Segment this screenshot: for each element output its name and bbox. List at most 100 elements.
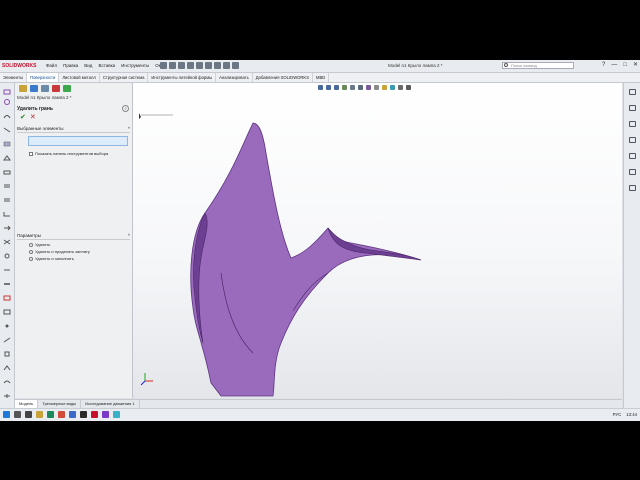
clock[interactable]: 13:44 bbox=[626, 409, 637, 421]
selected-entities-header[interactable]: Выбранные элементы ^ bbox=[17, 126, 130, 133]
group-title: Выбранные элементы bbox=[17, 126, 64, 131]
solidworks-resources-icon[interactable] bbox=[629, 89, 636, 95]
menu-tools[interactable]: Инструменты bbox=[121, 60, 149, 72]
view-palette-icon[interactable] bbox=[629, 137, 636, 143]
collapse-icon[interactable]: ^ bbox=[128, 126, 130, 131]
cancel-button[interactable]: ✕ bbox=[30, 114, 36, 122]
task-view-icon[interactable] bbox=[25, 411, 32, 418]
search-icon[interactable] bbox=[14, 411, 21, 418]
menu-file[interactable]: Файл bbox=[46, 60, 57, 72]
graphics-area[interactable] bbox=[133, 83, 622, 398]
help-icon[interactable]: ? bbox=[122, 105, 129, 112]
delete-hole-icon[interactable] bbox=[3, 323, 11, 329]
open-file-icon[interactable] bbox=[169, 62, 176, 69]
thicken-cut-icon[interactable] bbox=[3, 351, 11, 357]
extend-surface-icon[interactable] bbox=[3, 225, 11, 231]
app-icon[interactable] bbox=[58, 411, 65, 418]
tab-structure-system[interactable]: Структурная система bbox=[100, 73, 149, 82]
tab-motion-study[interactable]: Исследование движения 1 bbox=[81, 400, 140, 408]
fillet-icon[interactable] bbox=[3, 211, 11, 217]
rebuild-icon[interactable] bbox=[223, 62, 230, 69]
app-icon[interactable] bbox=[80, 411, 87, 418]
tab-mold-tools[interactable]: Инструменты литейной формы bbox=[148, 73, 217, 82]
faces-selection-box[interactable] bbox=[28, 136, 128, 146]
trim-surface-icon[interactable] bbox=[3, 239, 11, 245]
radio[interactable] bbox=[29, 256, 33, 261]
design-library-icon[interactable] bbox=[629, 105, 636, 111]
help-button[interactable]: ? bbox=[602, 61, 605, 70]
delete-face-icon[interactable] bbox=[3, 295, 11, 301]
collapse-icon[interactable]: ^ bbox=[128, 233, 130, 238]
property-manager-tab-icon[interactable] bbox=[30, 85, 38, 92]
quick-access-toolbar bbox=[160, 62, 239, 70]
tab-features[interactable]: Элементы bbox=[0, 73, 28, 82]
show-callout-option[interactable]: Показать панель инструментов выбора bbox=[29, 151, 130, 156]
planar-surface-icon[interactable] bbox=[3, 169, 11, 175]
dimxpert-tab-icon[interactable] bbox=[52, 85, 60, 92]
tab-addins[interactable]: Добавления SOLIDWORKS bbox=[253, 73, 314, 82]
knit-surface-icon[interactable] bbox=[3, 267, 11, 273]
ruled-surface-icon[interactable] bbox=[3, 197, 11, 203]
instant3d-icon[interactable] bbox=[3, 393, 11, 399]
radio[interactable] bbox=[29, 242, 33, 247]
option-delete[interactable]: Удалить bbox=[29, 242, 130, 247]
replace-face-icon[interactable] bbox=[3, 309, 11, 315]
menu-view[interactable]: Вид bbox=[84, 60, 92, 72]
minimize-button[interactable]: — bbox=[611, 61, 617, 70]
untrim-surface-icon[interactable] bbox=[3, 253, 11, 259]
custom-properties-icon[interactable] bbox=[629, 169, 636, 175]
filled-surface-icon[interactable] bbox=[3, 155, 11, 161]
breadcrumb[interactable]: Model n1 Крыло лампа 2 * bbox=[17, 95, 71, 100]
cut-with-surface-icon[interactable] bbox=[3, 337, 11, 343]
menu-insert[interactable]: Вставка bbox=[98, 60, 115, 72]
app-icon[interactable] bbox=[102, 411, 109, 418]
start-icon[interactable] bbox=[3, 411, 10, 418]
tab-evaluate[interactable]: Анализировать bbox=[216, 73, 253, 82]
options-icon[interactable] bbox=[232, 62, 239, 69]
ref-geometry-icon[interactable] bbox=[3, 365, 11, 371]
browser-icon[interactable] bbox=[47, 411, 54, 418]
tab-mbd[interactable]: MBD bbox=[313, 73, 330, 82]
curves-icon[interactable] bbox=[3, 379, 11, 385]
feature-tree-tab-icon[interactable] bbox=[19, 85, 27, 92]
radio[interactable] bbox=[29, 249, 33, 254]
tab-sheet-metal[interactable]: Листовой металл bbox=[59, 73, 100, 82]
menu-edit[interactable]: Правка bbox=[63, 60, 78, 72]
print-icon[interactable] bbox=[187, 62, 194, 69]
thicken-icon[interactable] bbox=[3, 281, 11, 287]
option-delete-and-fill[interactable]: Удалить и заполнить bbox=[29, 256, 130, 261]
sweep-surface-icon[interactable] bbox=[3, 113, 11, 119]
display-manager-tab-icon[interactable] bbox=[63, 85, 71, 92]
configuration-tab-icon[interactable] bbox=[41, 85, 49, 92]
forum-icon[interactable] bbox=[629, 185, 636, 191]
checkbox-label: Показать панель инструментов выбора bbox=[35, 151, 109, 156]
extrude-surface-icon[interactable] bbox=[3, 89, 11, 95]
app-icon[interactable] bbox=[113, 411, 120, 418]
tab-model[interactable]: Модель bbox=[15, 400, 39, 408]
app-icon[interactable] bbox=[69, 411, 76, 418]
offset-surface-icon[interactable] bbox=[3, 183, 11, 189]
tab-3d-views[interactable]: Трехмерные виды bbox=[38, 400, 82, 408]
parameters-header[interactable]: Параметры ^ bbox=[17, 233, 130, 240]
undo-icon[interactable] bbox=[196, 62, 203, 69]
new-file-icon[interactable] bbox=[160, 62, 167, 69]
save-icon[interactable] bbox=[178, 62, 185, 69]
maximize-button[interactable]: □ bbox=[623, 61, 627, 70]
tab-surfaces[interactable]: Поверхности bbox=[27, 73, 60, 82]
appearances-icon[interactable] bbox=[629, 153, 636, 159]
input-language[interactable]: РУС bbox=[613, 409, 622, 421]
checkbox[interactable] bbox=[29, 151, 33, 156]
search-commands-input[interactable]: Поиск команд bbox=[502, 62, 574, 69]
select-icon[interactable] bbox=[214, 62, 221, 69]
file-explorer-icon[interactable] bbox=[36, 411, 43, 418]
file-explorer-icon[interactable] bbox=[629, 121, 636, 127]
boundary-surface-icon[interactable] bbox=[3, 141, 11, 147]
loft-surface-icon[interactable] bbox=[3, 127, 11, 133]
selected-entities-group: Выбранные элементы ^ Показать панель инс… bbox=[17, 126, 130, 156]
ok-button[interactable]: ✔ bbox=[20, 114, 26, 122]
close-button[interactable]: ✕ bbox=[633, 61, 638, 70]
redo-icon[interactable] bbox=[205, 62, 212, 69]
option-delete-and-patch[interactable]: Удалить и проделать заплату bbox=[29, 249, 130, 254]
solidworks-taskbar-icon[interactable] bbox=[91, 411, 98, 418]
revolve-surface-icon[interactable] bbox=[3, 99, 11, 105]
